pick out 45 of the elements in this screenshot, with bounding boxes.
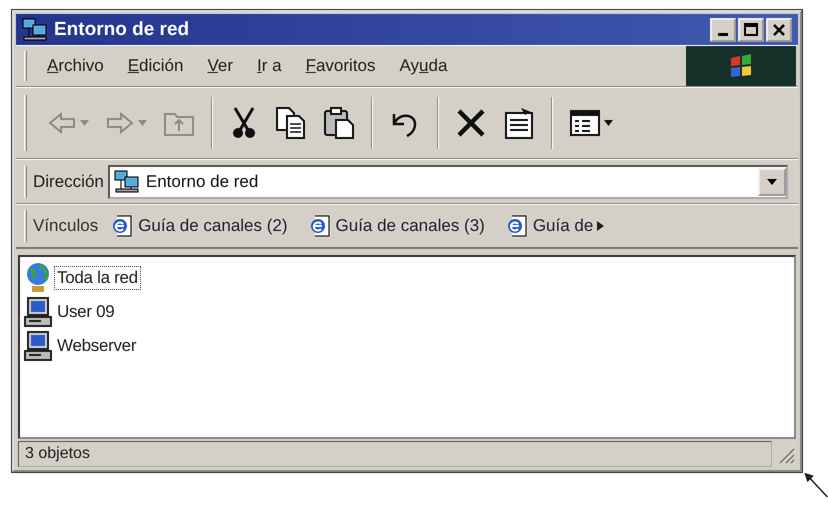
window-title: Entorno de red <box>54 18 190 41</box>
caret-icon <box>604 120 613 126</box>
computer-icon <box>24 330 52 362</box>
link-item[interactable]: Guía de canales (3) <box>310 214 485 238</box>
links-label: Vínculos <box>33 216 98 236</box>
caret-icon <box>80 120 89 126</box>
computer-icon <box>24 296 52 328</box>
close-button[interactable] <box>766 18 792 42</box>
forward-arrow-icon <box>105 110 135 136</box>
web-page-icon <box>506 214 529 238</box>
globe-icon <box>24 262 52 294</box>
back-arrow-icon <box>47 110 77 136</box>
address-field[interactable]: Entorno de red <box>108 164 788 199</box>
network-computers-icon <box>114 170 140 194</box>
clipboard-icon <box>323 106 355 140</box>
caret-icon <box>767 178 777 185</box>
windows-flag-icon <box>728 53 754 80</box>
web-page-icon <box>310 214 332 238</box>
properties-sheet-icon <box>503 106 535 140</box>
callout-arrow <box>802 470 828 498</box>
maximize-icon <box>744 22 758 37</box>
network-item[interactable]: Webserver <box>24 329 140 364</box>
link-item[interactable]: Guía de canales (2) <box>112 214 288 238</box>
maximize-button[interactable] <box>738 18 764 42</box>
network-computers-icon <box>22 18 48 42</box>
menu-item[interactable]: Ir a <box>257 56 282 76</box>
link-item[interactable]: Guía de <box>506 214 594 238</box>
web-page-icon <box>112 214 134 238</box>
dropdown-button[interactable] <box>758 168 786 196</box>
close-icon <box>772 22 786 37</box>
status-text: 3 objetos <box>18 441 772 468</box>
menu-item[interactable]: Edición <box>128 56 184 76</box>
list-view-icon <box>569 108 601 138</box>
copy-icon <box>275 106 307 140</box>
delete-x-icon <box>455 107 487 140</box>
chevron-icon[interactable] <box>597 221 604 232</box>
address-label: Dirección <box>33 172 104 192</box>
menu-item[interactable]: Favoritos <box>306 56 376 76</box>
minimize-button[interactable] <box>710 18 736 42</box>
minimize-icon <box>718 32 728 36</box>
menu-item[interactable]: Ver <box>207 56 233 76</box>
caret-icon <box>138 120 147 126</box>
menu-item[interactable]: Archivo <box>47 56 104 76</box>
menu-item[interactable]: Ayuda <box>400 56 448 76</box>
network-item[interactable]: User 09 <box>24 295 118 330</box>
